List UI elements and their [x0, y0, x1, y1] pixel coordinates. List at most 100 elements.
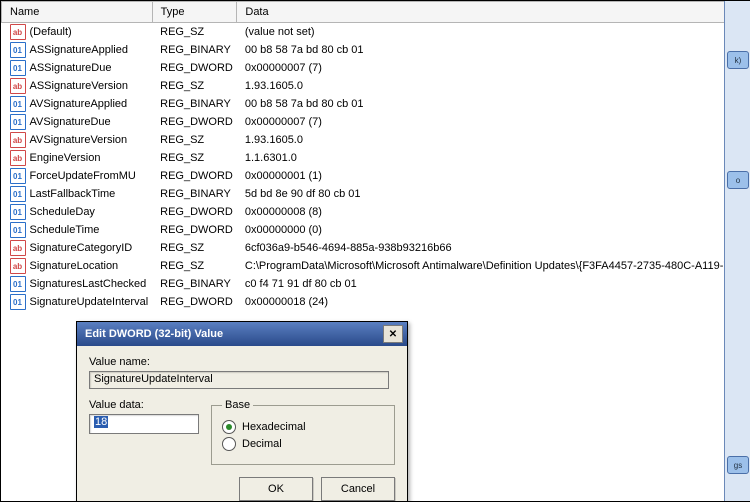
table-row[interactable]: 01AVSignatureAppliedREG_BINARY00 b8 58 7…: [2, 95, 750, 113]
binary-value-icon: 01: [10, 204, 26, 220]
value-type: REG_SZ: [152, 23, 237, 42]
background-window: k) o gs: [724, 1, 750, 501]
value-type: REG_BINARY: [152, 185, 237, 203]
value-data: 00 b8 58 7a bd 80 cb 01: [237, 41, 750, 59]
value-name: ForceUpdateFromMU: [30, 170, 136, 182]
table-row[interactable]: ab ASSignatureVersion REG_SZ1.93.1605.0: [2, 77, 750, 95]
value-name: ScheduleTime: [30, 224, 100, 236]
value-data: 1.93.1605.0: [237, 77, 750, 95]
column-header-name[interactable]: Name: [2, 2, 153, 23]
value-name: ASSignatureVersion: [30, 80, 128, 92]
close-icon: ✕: [389, 329, 397, 340]
table-row[interactable]: 01AVSignatureDueREG_DWORD0x00000007 (7): [2, 113, 750, 131]
value-data: c0 f4 71 91 df 80 cb 01: [237, 275, 750, 293]
radio-icon: [222, 420, 236, 434]
value-data: 0x00000001 (1): [237, 167, 750, 185]
background-badge: k): [727, 51, 749, 69]
value-data: 0x00000018 (24): [237, 293, 750, 311]
value-data: 5d bd 8e 90 df 80 cb 01: [237, 185, 750, 203]
table-row[interactable]: 01 ScheduleTime REG_DWORD0x00000000 (0): [2, 221, 750, 239]
binary-value-icon: 01: [10, 114, 26, 130]
value-data-label: Value data:: [89, 399, 199, 411]
table-row[interactable]: ab SignatureLocation REG_SZC:\ProgramData\…: [2, 257, 750, 275]
edit-dword-dialog: Edit DWORD (32-bit) Value ✕ Value name: …: [76, 321, 408, 502]
value-name: SignatureUpdateInterval: [30, 296, 149, 308]
close-button[interactable]: ✕: [383, 325, 403, 343]
value-data: 1.93.1605.0: [237, 131, 750, 149]
value-data-input[interactable]: 18: [89, 414, 199, 434]
value-type: REG_BINARY: [152, 41, 237, 59]
value-type: REG_BINARY: [152, 275, 237, 293]
value-name: AVSignatureVersion: [30, 134, 128, 146]
value-data: (value not set): [237, 23, 750, 42]
column-header-data[interactable]: Data: [237, 2, 750, 23]
background-badge: gs: [727, 456, 749, 474]
value-type: REG_SZ: [152, 257, 237, 275]
binary-value-icon: 01: [10, 60, 26, 76]
value-type: REG_SZ: [152, 239, 237, 257]
value-name-field: SignatureUpdateInterval: [89, 371, 389, 389]
binary-value-icon: 01: [10, 294, 26, 310]
value-name: SignatureLocation: [30, 260, 119, 272]
table-row[interactable]: 01ForceUpdateFromMUREG_DWORD0x00000001 (…: [2, 167, 750, 185]
value-name: AVSignatureDue: [30, 116, 111, 128]
radio-decimal[interactable]: Decimal: [222, 437, 384, 451]
binary-value-icon: 01: [10, 276, 26, 292]
value-type: REG_DWORD: [152, 293, 237, 311]
binary-value-icon: 01: [10, 96, 26, 112]
table-row[interactable]: 01 ASSignatureApplied REG_BINARY00 b8 58 7…: [2, 41, 750, 59]
radio-hexadecimal[interactable]: Hexadecimal: [222, 420, 384, 434]
string-value-icon: ab: [10, 240, 26, 256]
value-data: C:\ProgramData\Microsoft\Microsoft Antim…: [237, 257, 750, 275]
table-row[interactable]: ab (Default) REG_SZ(value not set): [2, 23, 750, 42]
table-row[interactable]: 01LastFallbackTimeREG_BINARY5d bd 8e 90 …: [2, 185, 750, 203]
value-data: 0x00000000 (0): [237, 221, 750, 239]
string-value-icon: ab: [10, 78, 26, 94]
value-data: 0x00000008 (8): [237, 203, 750, 221]
table-row[interactable]: 01 ScheduleDay REG_DWORD0x00000008 (8): [2, 203, 750, 221]
value-name: ScheduleDay: [30, 206, 95, 218]
value-data: 1.1.6301.0: [237, 149, 750, 167]
value-name: ASSignatureApplied: [30, 44, 128, 56]
radio-icon: [222, 437, 236, 451]
table-row[interactable]: 01ASSignatureDueREG_DWORD0x00000007 (7): [2, 59, 750, 77]
binary-value-icon: 01: [10, 168, 26, 184]
base-group: Base Hexadecimal Decimal: [211, 399, 395, 465]
value-type: REG_SZ: [152, 131, 237, 149]
table-row[interactable]: ab AVSignatureVersion REG_SZ1.93.1605.0: [2, 131, 750, 149]
string-value-icon: ab: [10, 258, 26, 274]
table-row[interactable]: ab EngineVersion REG_SZ1.1.6301.0: [2, 149, 750, 167]
value-type: REG_DWORD: [152, 203, 237, 221]
value-type: REG_BINARY: [152, 95, 237, 113]
binary-value-icon: 01: [10, 186, 26, 202]
ok-button[interactable]: OK: [239, 477, 313, 501]
string-value-icon: ab: [10, 150, 26, 166]
value-type: REG_SZ: [152, 149, 237, 167]
table-row[interactable]: ab SignatureCategoryID REG_SZ6cf036a9-b546…: [2, 239, 750, 257]
column-header-type[interactable]: Type: [152, 2, 237, 23]
value-data: 00 b8 58 7a bd 80 cb 01: [237, 95, 750, 113]
dialog-titlebar[interactable]: Edit DWORD (32-bit) Value ✕: [77, 322, 407, 346]
binary-value-icon: 01: [10, 42, 26, 58]
table-row[interactable]: 01 SignaturesLastChecked REG_BINARYc0 f4 7…: [2, 275, 750, 293]
string-value-icon: ab: [10, 132, 26, 148]
value-name: (Default): [30, 26, 72, 38]
base-legend: Base: [222, 399, 253, 411]
value-type: REG_DWORD: [152, 59, 237, 77]
value-name: ASSignatureDue: [30, 62, 112, 74]
value-name: SignaturesLastChecked: [30, 278, 147, 290]
value-name-label: Value name:: [89, 356, 395, 368]
string-value-icon: ab: [10, 24, 26, 40]
value-type: REG_SZ: [152, 77, 237, 95]
value-name: SignatureCategoryID: [30, 242, 133, 254]
background-badge: o: [727, 171, 749, 189]
table-row[interactable]: 01 SignatureUpdateIntervalREG_DWORD0x0000…: [2, 293, 750, 311]
registry-values-list[interactable]: Name Type Data ab(Default)REG_SZ(value n…: [1, 1, 750, 311]
value-type: REG_DWORD: [152, 221, 237, 239]
cancel-button[interactable]: Cancel: [321, 477, 395, 501]
value-type: REG_DWORD: [152, 113, 237, 131]
radio-label-hex: Hexadecimal: [242, 421, 306, 433]
value-name: EngineVersion: [30, 152, 101, 164]
value-data: 6cf036a9-b546-4694-885a-938b93216b66: [237, 239, 750, 257]
binary-value-icon: 01: [10, 222, 26, 238]
